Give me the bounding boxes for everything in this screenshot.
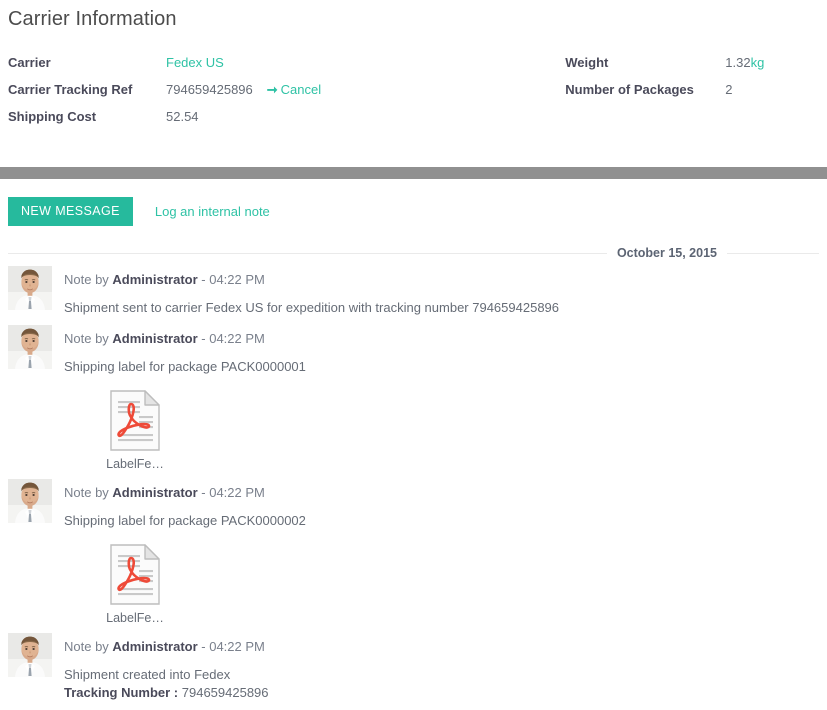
message-author: Administrator bbox=[112, 485, 198, 500]
message-time: - 04:22 PM bbox=[197, 331, 265, 346]
carrier-link[interactable]: Fedex US bbox=[166, 54, 224, 71]
field-value-carrier-tracking-ref-wrap: 794659425896 ➞ Cancel bbox=[166, 81, 565, 98]
message-text-line: Shipment created into Fedex bbox=[64, 667, 231, 682]
message-composer-toolbar: NEW MESSAGE Log an internal note bbox=[8, 197, 270, 226]
message-prefix: Note by bbox=[64, 272, 113, 287]
cancel-link-label[interactable]: Cancel bbox=[281, 81, 321, 98]
message-text: Shipment created into Fedex Tracking Numb… bbox=[64, 666, 819, 702]
message-meta: Note by Administrator - 04:22 PM bbox=[64, 271, 819, 288]
field-value-carrier-wrap: Fedex US bbox=[166, 54, 565, 71]
user-avatar bbox=[8, 266, 52, 310]
attachment-filename: LabelFe… bbox=[106, 611, 164, 625]
message-time: - 04:22 PM bbox=[197, 485, 265, 500]
user-avatar bbox=[8, 479, 52, 523]
message-author: Administrator bbox=[112, 272, 198, 287]
message-item: Note by Administrator - 04:22 PM Shipment… bbox=[8, 633, 819, 710]
message-author: Administrator bbox=[112, 639, 198, 654]
carrier-tracking-ref-value: 794659425896 bbox=[166, 82, 253, 97]
message-item: Note by Administrator - 04:22 PM Shipping… bbox=[8, 479, 819, 633]
pdf-file-icon bbox=[100, 544, 170, 606]
message-prefix: Note by bbox=[64, 639, 113, 654]
message-text: Shipping label for package PACK0000001 bbox=[64, 358, 819, 376]
message-text-line: Shipping label for package PACK0000001 bbox=[64, 359, 306, 374]
message-body: Note by Administrator - 04:22 PM Shipment… bbox=[64, 633, 819, 702]
cancel-shipment-action[interactable]: ➞ Cancel bbox=[267, 81, 321, 98]
shipping-cost-value: 52.54 bbox=[166, 109, 199, 124]
new-message-button[interactable]: NEW MESSAGE bbox=[8, 197, 133, 226]
weight-value: 1.32 bbox=[725, 55, 751, 70]
attachment-filename: LabelFe… bbox=[106, 457, 164, 471]
carrier-fields-left-column: Carrier Fedex US Carrier Tracking Ref 79… bbox=[8, 54, 565, 125]
message-text-line: Shipment sent to carrier Fedex US for ex… bbox=[64, 300, 560, 315]
message-item: Note by Administrator - 04:22 PM Shipment… bbox=[8, 266, 819, 325]
message-thread: Note by Administrator - 04:22 PM Shipment… bbox=[8, 266, 819, 710]
section-separator-bar bbox=[0, 167, 827, 179]
user-avatar bbox=[8, 633, 52, 677]
number-of-packages-value: 2 bbox=[725, 82, 733, 97]
message-time: - 04:22 PM bbox=[197, 639, 265, 654]
field-label-number-of-packages: Number of Packages bbox=[565, 82, 694, 97]
message-attachment[interactable]: LabelFe… bbox=[100, 390, 170, 471]
field-label-shipping-cost: Shipping Cost bbox=[8, 109, 97, 124]
date-divider-label: October 15, 2015 bbox=[616, 246, 717, 260]
message-body: Note by Administrator - 04:22 PM Shipping… bbox=[64, 479, 819, 625]
message-text: Shipping label for package PACK0000002 bbox=[64, 512, 819, 530]
field-value-number-of-packages-wrap: 2 bbox=[725, 81, 819, 98]
divider-rule-left bbox=[8, 252, 607, 254]
message-prefix: Note by bbox=[64, 331, 113, 346]
arrow-right-icon: ➞ bbox=[266, 82, 278, 97]
message-meta: Note by Administrator - 04:22 PM bbox=[64, 330, 819, 347]
page-title: Carrier Information bbox=[8, 8, 177, 30]
message-time: - 04:22 PM bbox=[197, 272, 265, 287]
message-meta: Note by Administrator - 04:22 PM bbox=[64, 484, 819, 501]
message-attachment[interactable]: LabelFe… bbox=[100, 544, 170, 625]
field-value-weight-wrap: 1.32 kg bbox=[725, 54, 819, 71]
field-value-shipping-cost-wrap: 52.54 bbox=[166, 108, 565, 125]
carrier-information-form: Carrier Fedex US Carrier Tracking Ref 79… bbox=[0, 32, 827, 125]
message-meta: Note by Administrator - 04:22 PM bbox=[64, 638, 819, 655]
weight-unit: kg bbox=[750, 55, 765, 70]
date-divider: October 15, 2015 bbox=[8, 246, 819, 260]
field-label-weight: Weight bbox=[565, 55, 609, 70]
field-label-carrier: Carrier bbox=[8, 55, 51, 70]
message-author: Administrator bbox=[112, 331, 198, 346]
message-text-line: Shipping label for package PACK0000002 bbox=[64, 513, 306, 528]
message-item: Note by Administrator - 04:22 PM Shipping… bbox=[8, 325, 819, 479]
message-body: Note by Administrator - 04:22 PM Shipment… bbox=[64, 266, 819, 317]
carrier-fields-right-column: Weight 1.32 kg Number of Packages 2 bbox=[565, 54, 819, 98]
message-text: Shipment sent to carrier Fedex US for ex… bbox=[64, 299, 819, 317]
log-internal-note-button[interactable]: Log an internal note bbox=[155, 204, 270, 219]
divider-rule-right bbox=[727, 252, 819, 254]
message-text-line: Tracking Number : 794659425896 bbox=[64, 684, 819, 702]
message-prefix: Note by bbox=[64, 485, 113, 500]
field-label-carrier-tracking-ref: Carrier Tracking Ref bbox=[8, 82, 133, 97]
user-avatar bbox=[8, 325, 52, 369]
pdf-file-icon bbox=[100, 390, 170, 452]
message-body: Note by Administrator - 04:22 PM Shipping… bbox=[64, 325, 819, 471]
